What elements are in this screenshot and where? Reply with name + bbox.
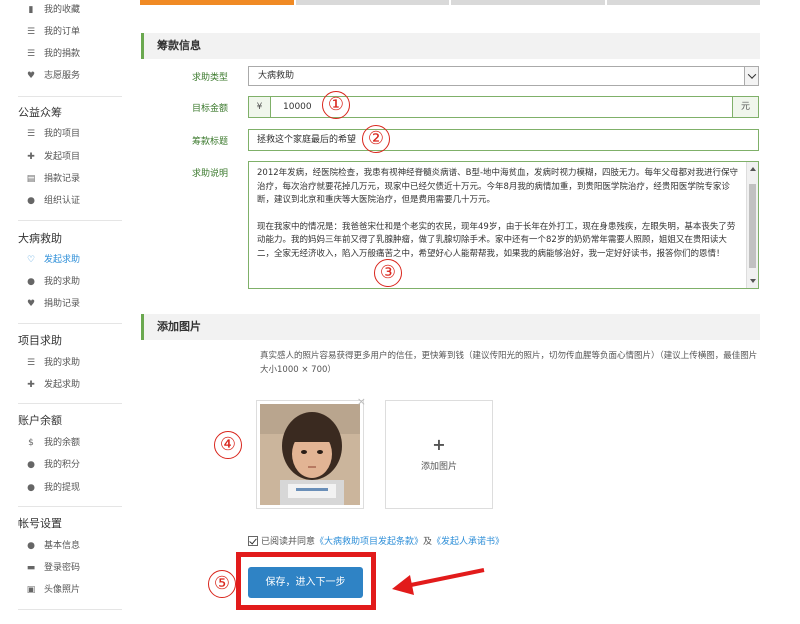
sidebar-item-org-certify[interactable]: ● 组织认证 [26, 193, 80, 209]
step-4 [606, 0, 760, 5]
chevron-down-icon [744, 67, 758, 85]
bookmark-icon: ▮ [28, 5, 34, 15]
step-1 [140, 0, 294, 5]
sidebar-item-volunteer[interactable]: ♥ 志愿服务 [26, 68, 80, 84]
photo-thumbnail [260, 404, 360, 505]
type-select-value: 大病救助 [258, 71, 295, 81]
sidebar-item-points[interactable]: ● 我的积分 [26, 457, 80, 473]
step-3 [451, 0, 605, 5]
info-icon: ● [27, 483, 35, 493]
pledge-link[interactable]: 《发起人承诺书》 [432, 534, 504, 547]
list-icon: ☰ [26, 358, 36, 368]
annotation-marker-1: ① [322, 91, 350, 119]
annotation-marker-4: ④ [214, 431, 242, 459]
agreement-prefix: 已阅读并同意 [261, 537, 316, 547]
unit-label: 元 [732, 97, 758, 117]
description-paragraph: 现在我家中的情况是：我爸爸宋仕和是个老实的农民，现年49岁，由于长年在外打工，现… [257, 221, 736, 259]
type-select[interactable]: 大病救助 [248, 66, 759, 86]
save-next-button[interactable]: 保存，进入下一步 [248, 567, 363, 598]
description-paragraph: 2012年发病，经医院检查，我患有视神经脊髓炎病谱、B型-地中海贫血，发病时视力… [257, 168, 739, 205]
agreement-checkbox[interactable] [248, 535, 258, 546]
agreement-row: 已阅读并同意 《大病救助项目发起条款》 及 《发起人承诺书》 [248, 534, 504, 547]
textarea-scrollbar[interactable] [746, 162, 758, 288]
sidebar-item-balance[interactable]: $ 我的余额 [26, 435, 80, 451]
sidebar-item-my-help[interactable]: ● 我的求助 [26, 274, 80, 290]
sidebar-group-title: 公益众筹 [18, 106, 62, 119]
heart-outline-icon: ♡ [26, 255, 36, 265]
sidebar-item-project-my-help[interactable]: ☰ 我的求助 [26, 355, 80, 371]
sidebar-group-title: 项目求助 [18, 334, 62, 347]
title-input[interactable]: 拯救这个家庭最后的希望 [248, 129, 759, 151]
step-2 [295, 0, 449, 5]
photo-image [260, 404, 360, 505]
check-circle-icon: ● [27, 196, 35, 206]
annotation-marker-3: ③ [374, 259, 402, 287]
sidebar-item-donation-records[interactable]: ▤ 捐款记录 [26, 171, 80, 187]
sidebar-item-project-start-help[interactable]: ✚ 发起求助 [26, 377, 80, 393]
info-icon: ● [27, 277, 35, 287]
target-amount-label: 目标金额 [191, 104, 228, 114]
sidebar-item-favorites[interactable]: ▮ 我的收藏 [26, 2, 81, 18]
scroll-down-icon[interactable] [750, 279, 756, 283]
heart-icon: ♥ [26, 71, 36, 81]
sidebar-group-title: 账户余额 [18, 414, 62, 427]
scroll-thumb[interactable] [749, 184, 756, 268]
doc-icon: ▤ [26, 174, 36, 184]
description-textarea[interactable]: 2012年发病，经医院检查，我患有视神经脊髓炎病谱、B型-地中海贫血，发病时视力… [248, 161, 759, 289]
sidebar: ▮ 我的收藏 ☰ 我的订单 ☰ 我的捐款 ♥ 志愿服务 公益众筹 ☰ 我的项目 ✚ 发起项目… [0, 0, 122, 624]
step-progress [140, 0, 760, 5]
add-image-label: 添加图片 [420, 462, 457, 472]
divider [18, 506, 122, 507]
plus-icon: + [432, 435, 446, 454]
section-fund-info: 筹款信息 [141, 33, 760, 59]
title-label: 筹款标题 [191, 137, 228, 147]
list-icon: ☰ [26, 49, 36, 59]
heart-icon: ♥ [26, 299, 36, 309]
image-hint: 真实感人的照片容易获得更多用户的信任，更快筹到钱（建议传阳光的照片，切勿传血腥等… [260, 351, 758, 375]
add-image-button[interactable]: + 添加图片 [385, 400, 493, 509]
plus-icon: ✚ [27, 152, 35, 162]
currency-symbol: ¥ [249, 97, 271, 117]
sidebar-item-donations[interactable]: ☰ 我的捐款 [26, 46, 80, 62]
sidebar-group-title: 帐号设置 [18, 517, 62, 530]
list-icon: ☰ [26, 129, 36, 139]
lock-icon: ▬ [26, 563, 36, 573]
scroll-up-icon[interactable] [750, 167, 756, 171]
sidebar-item-avatar[interactable]: ▣ 头像照片 [26, 582, 80, 598]
divider [18, 96, 122, 97]
description-label: 求助说明 [191, 169, 228, 179]
uploaded-photo[interactable]: × [256, 395, 366, 509]
divider [18, 609, 122, 610]
plus-icon: ✚ [27, 380, 35, 390]
sidebar-item-start-help[interactable]: ♡ 发起求助 [26, 252, 80, 268]
info-icon: ● [27, 460, 35, 470]
list-icon: ☰ [26, 27, 36, 37]
divider [18, 323, 122, 324]
sidebar-item-start-project[interactable]: ✚ 发起项目 [26, 149, 80, 165]
pointer-arrow-icon [392, 568, 485, 595]
user-icon: ● [27, 541, 35, 551]
image-icon: ▣ [26, 585, 36, 595]
sidebar-item-my-projects[interactable]: ☰ 我的项目 [26, 126, 80, 142]
type-label: 求助类型 [191, 73, 228, 83]
sidebar-item-help-records[interactable]: ♥ 捐助记录 [26, 296, 80, 312]
divider [18, 220, 122, 221]
agreement-middle: 及 [423, 537, 433, 547]
remove-photo-close-icon[interactable]: × [357, 395, 366, 408]
dollar-icon: $ [28, 438, 34, 448]
sidebar-item-orders[interactable]: ☰ 我的订单 [26, 24, 80, 40]
sidebar-item-withdraw[interactable]: ● 我的提现 [26, 480, 80, 496]
section-add-image: 添加图片 [141, 314, 760, 340]
divider [18, 403, 122, 404]
sidebar-group-title: 大病救助 [18, 232, 62, 245]
terms-link[interactable]: 《大病救助项目发起条款》 [315, 534, 423, 547]
annotation-marker-2: ② [362, 125, 390, 153]
sidebar-item-password[interactable]: ▬ 登录密码 [26, 560, 80, 576]
sidebar-item-basic-info[interactable]: ● 基本信息 [26, 538, 80, 554]
annotation-marker-5: ⑤ [208, 570, 236, 598]
